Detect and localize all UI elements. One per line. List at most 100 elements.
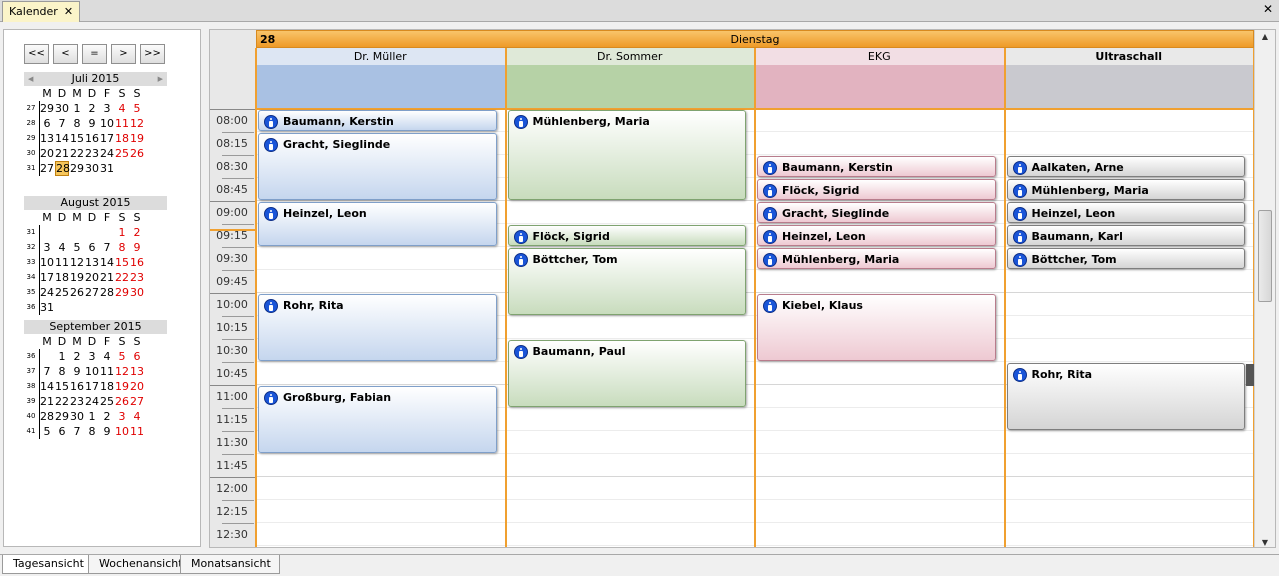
calendar-day[interactable]: 30 [85, 161, 99, 176]
calendar-day[interactable]: 28 [40, 409, 54, 424]
calendar-day[interactable]: 9 [100, 424, 114, 439]
calendar-day[interactable]: 5 [70, 240, 84, 255]
calendar-day[interactable]: 22 [55, 394, 69, 409]
calendar-day[interactable]: 11 [100, 364, 114, 379]
appointment[interactable]: Flöck, Sigrid [507, 225, 746, 246]
calendar-day[interactable]: 17 [40, 270, 54, 285]
resource-header[interactable]: Dr. Sommer [505, 48, 755, 65]
calendar-day[interactable]: 28 [55, 161, 70, 176]
tab-close-icon[interactable]: ✕ [64, 5, 73, 18]
calendar-day[interactable]: 8 [115, 240, 129, 255]
scroll-down-icon[interactable]: ▼ [1255, 538, 1275, 547]
calendar-day[interactable]: 9 [85, 116, 99, 131]
appointment[interactable]: Flöck, Sigrid [757, 179, 996, 200]
next-month-icon[interactable]: ▶ [158, 72, 163, 86]
calendar-day[interactable]: 3 [40, 240, 54, 255]
calendar-day[interactable]: 19 [115, 379, 129, 394]
calendar-day[interactable]: 7 [70, 424, 84, 439]
appointment-resize-handle[interactable] [1246, 364, 1254, 386]
calendar-day[interactable]: 5 [130, 101, 144, 116]
calendar-day[interactable]: 6 [130, 349, 144, 364]
calendar-day[interactable]: 31 [40, 300, 54, 315]
calendar-day[interactable]: 8 [85, 424, 99, 439]
calendar-day[interactable]: 14 [40, 379, 54, 394]
calendar-day[interactable]: 12 [115, 364, 129, 379]
tab-monatsansicht[interactable]: Monatsansicht [180, 555, 280, 574]
appointment[interactable]: Aalkaten, Arne [1006, 156, 1245, 177]
calendar-day[interactable]: 15 [55, 379, 69, 394]
tab-tagesansicht[interactable]: Tagesansicht [2, 555, 93, 574]
appointment[interactable]: Gracht, Sieglinde [258, 133, 497, 200]
calendar-day[interactable]: 19 [70, 270, 84, 285]
calendar-day[interactable]: 13 [85, 255, 99, 270]
calendar-day[interactable]: 4 [55, 240, 69, 255]
calendar-day[interactable]: 7 [55, 116, 69, 131]
appointment[interactable]: Großburg, Fabian [258, 386, 497, 453]
calendar-day[interactable]: 3 [85, 349, 99, 364]
calendar-day[interactable]: 16 [70, 379, 84, 394]
calendar-day[interactable]: 21 [100, 270, 114, 285]
calendar-day[interactable]: 21 [55, 146, 69, 161]
calendar-day[interactable]: 27 [85, 285, 99, 300]
calendar-day[interactable]: 6 [85, 240, 99, 255]
calendar-day[interactable]: 29 [55, 409, 69, 424]
calendar-day[interactable]: 4 [130, 409, 144, 424]
calendar-day[interactable]: 10 [100, 116, 114, 131]
calendar-day[interactable]: 19 [130, 131, 144, 146]
appointment[interactable]: Rohr, Rita [1006, 363, 1245, 430]
resource-header[interactable]: Ultraschall [1004, 48, 1254, 65]
calendar-day[interactable]: 30 [130, 285, 144, 300]
appointment[interactable]: Baumann, Kerstin [258, 110, 497, 131]
calendar-day[interactable]: 20 [130, 379, 144, 394]
tab-wochenansicht[interactable]: Wochenansicht [88, 555, 192, 574]
calendar-day[interactable]: 5 [115, 349, 129, 364]
calendar-day[interactable]: 6 [40, 116, 54, 131]
appointment[interactable]: Baumann, Karl [1006, 225, 1245, 246]
tab-kalender[interactable]: Kalender ✕ [2, 1, 81, 22]
calendar-day[interactable]: 10 [40, 255, 54, 270]
calendar-day[interactable]: 31 [100, 161, 114, 176]
appointment[interactable]: Mühlenberg, Maria [757, 248, 996, 269]
calendar-day[interactable]: 9 [130, 240, 144, 255]
window-close-icon[interactable]: ✕ [1263, 2, 1273, 16]
calendar-day[interactable]: 12 [70, 255, 84, 270]
calendar-day[interactable]: 3 [115, 409, 129, 424]
calendar-day[interactable]: 4 [100, 349, 114, 364]
nav-next-button[interactable]: > [111, 44, 136, 64]
calendar-day[interactable]: 7 [40, 364, 54, 379]
day-header[interactable]: 28 Dienstag [256, 30, 1254, 48]
calendar-day[interactable]: 22 [70, 146, 84, 161]
calendar-day[interactable]: 9 [70, 364, 84, 379]
nav-today-button[interactable]: = [82, 44, 107, 64]
calendar-day[interactable]: 2 [70, 349, 84, 364]
calendar-day[interactable]: 25 [100, 394, 114, 409]
calendar-day[interactable]: 26 [130, 146, 144, 161]
appointment[interactable]: Baumann, Kerstin [757, 156, 996, 177]
calendar-day[interactable]: 8 [70, 116, 84, 131]
calendar-day[interactable]: 13 [130, 364, 144, 379]
calendar-day[interactable]: 25 [115, 146, 129, 161]
calendar-day[interactable]: 2 [85, 101, 99, 116]
calendar-day[interactable]: 6 [55, 424, 69, 439]
appointment[interactable]: Heinzel, Leon [757, 225, 996, 246]
calendar-day[interactable]: 25 [55, 285, 69, 300]
calendar-day[interactable]: 1 [115, 225, 129, 240]
scroll-up-icon[interactable]: ▲ [1255, 32, 1275, 41]
calendar-day[interactable]: 14 [55, 131, 69, 146]
calendar-day[interactable]: 7 [100, 240, 114, 255]
calendar-day[interactable]: 10 [115, 424, 129, 439]
nav-last-button[interactable]: >> [140, 44, 165, 64]
calendar-day[interactable]: 26 [115, 394, 129, 409]
calendar-day[interactable]: 1 [70, 101, 84, 116]
calendar-day[interactable]: 3 [100, 101, 114, 116]
appointment[interactable]: Böttcher, Tom [507, 248, 746, 315]
calendar-day[interactable]: 2 [130, 225, 144, 240]
calendar-day[interactable]: 18 [115, 131, 129, 146]
calendar-day[interactable]: 1 [55, 349, 69, 364]
calendar-day[interactable]: 23 [130, 270, 144, 285]
calendar-day[interactable]: 27 [130, 394, 144, 409]
calendar-day[interactable]: 5 [40, 424, 54, 439]
calendar-day[interactable]: 26 [70, 285, 84, 300]
nav-first-button[interactable]: << [24, 44, 49, 64]
calendar-day[interactable]: 12 [130, 116, 144, 131]
